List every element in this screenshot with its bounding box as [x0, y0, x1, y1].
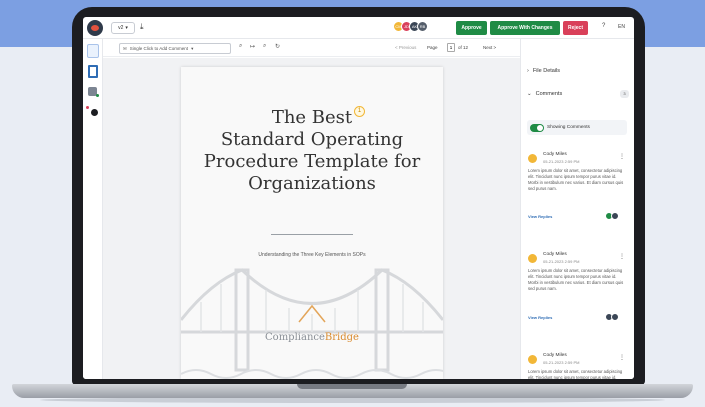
brand-prefix: Compliance: [265, 332, 325, 343]
app-topbar: v2 ▾ ⤓ CM JD AK RB Approve Approve With …: [83, 17, 634, 39]
comment-date: 05-21-2023 2:59 PM: [543, 159, 580, 164]
document-icon[interactable]: [88, 65, 98, 78]
title-line: Organizations: [248, 173, 376, 194]
settings-icon[interactable]: [91, 109, 98, 116]
avatar: [528, 254, 537, 263]
document-page[interactable]: The Best Standard Operating Procedure Te…: [181, 67, 443, 379]
chevron-right-icon: ›: [527, 68, 529, 74]
reply-avatars: [605, 313, 619, 321]
comment-author: Cody Miles: [543, 152, 567, 157]
comment-date: 05-21-2023 2:59 PM: [543, 360, 580, 365]
title-line: Procedure Template for: [203, 151, 421, 172]
document-toolbar: ✉ Single Click to Add Comment ▾ ⌕ ↦ ⌕ ↻ …: [103, 39, 520, 57]
comment-author: Cody Miles: [543, 353, 567, 358]
reject-button[interactable]: Reject: [563, 21, 588, 35]
avatar[interactable]: RB: [417, 21, 428, 32]
laptop-notch: [297, 384, 407, 389]
next-page-button[interactable]: Next >: [483, 45, 496, 50]
download-icon[interactable]: ⤓: [140, 22, 144, 32]
showing-comments-toggle-row[interactable]: Showing Comments: [527, 120, 627, 135]
chevron-down-icon: ▾: [191, 45, 194, 51]
more-options-icon[interactable]: ⋮: [619, 354, 625, 361]
comment-marker[interactable]: 1: [354, 106, 365, 117]
brand-suffix: Bridge: [324, 332, 359, 343]
avatar: [528, 154, 537, 163]
zoom-out-icon[interactable]: ⌕: [263, 43, 266, 50]
title-line: The Best: [271, 107, 353, 128]
showing-comments-toggle[interactable]: [530, 123, 544, 132]
version-select[interactable]: v2 ▾: [111, 22, 135, 34]
comment-author: Cody Miles: [543, 252, 567, 257]
bridge-illustration: [181, 268, 443, 379]
previous-page-button[interactable]: < Previous: [395, 45, 416, 50]
rotate-icon[interactable]: ↻: [275, 43, 280, 50]
chevron-down-icon: ▾: [125, 25, 128, 31]
comment-pin-icon: ✉: [123, 45, 127, 51]
zoom-in-icon[interactable]: ⌕: [239, 43, 242, 50]
app-logo[interactable]: [87, 20, 103, 36]
approve-button[interactable]: Approve: [456, 21, 487, 35]
status-dot: [86, 106, 89, 109]
avatar: [611, 212, 619, 220]
comment-card[interactable]: Cody Miles 05-21-2023 2:59 PM ⋮ Lorem ip…: [527, 252, 627, 322]
comment-text: Lorem ipsum dolor sit amet, consectetur …: [528, 369, 623, 379]
file-details-label: File Details: [532, 68, 561, 74]
showing-comments-label: Showing Comments: [547, 125, 590, 130]
comment-card[interactable]: Cody Miles 05-21-2023 2:59 PM ⋮ Lorem ip…: [527, 152, 627, 222]
comment-card[interactable]: Cody Miles 05-21-2023 2:59 PM ⋮ Lorem ip…: [527, 353, 627, 379]
view-replies-link[interactable]: View Replies: [528, 315, 552, 320]
fit-width-icon[interactable]: ↦: [250, 43, 255, 50]
chevron-down-icon: ⌄: [527, 91, 532, 97]
page-number-input[interactable]: 1: [447, 43, 455, 52]
app-screen: v2 ▾ ⤓ CM JD AK RB Approve Approve With …: [83, 17, 634, 379]
more-options-icon[interactable]: ⋮: [619, 153, 625, 160]
page-thumbnail-icon[interactable]: [87, 44, 99, 58]
reply-avatars: [605, 212, 619, 220]
view-replies-link[interactable]: View Replies: [528, 214, 552, 219]
page-label: Page: [427, 45, 438, 50]
brand-logo: ComplianceBridge: [181, 332, 443, 343]
document-subtitle: Understanding the Three Key Elements in …: [258, 252, 366, 258]
comment-text: Lorem ipsum dolor sit amet, consectetur …: [528, 168, 624, 191]
avatar: [611, 313, 619, 321]
document-viewer[interactable]: The Best Standard Operating Procedure Te…: [103, 58, 520, 379]
comments-label: Comments: [535, 91, 563, 97]
page-total: of 12: [458, 45, 469, 50]
comment-count-badge: 3: [620, 90, 629, 98]
left-rail: [83, 39, 103, 379]
status-dot: [96, 94, 99, 97]
comment-date: 05-21-2023 2:59 PM: [543, 259, 580, 264]
comments-section[interactable]: ⌄ Comments: [527, 91, 562, 97]
comment-mode-select[interactable]: ✉ Single Click to Add Comment ▾: [119, 43, 231, 54]
title-line: Standard Operating: [220, 129, 404, 150]
more-options-icon[interactable]: ⋮: [619, 253, 625, 260]
file-details-section[interactable]: › File Details: [527, 68, 560, 74]
comment-text: Lorem ipsum dolor sit amet, consectetur …: [528, 268, 624, 291]
version-label: v2: [118, 25, 124, 31]
side-panel: › File Details ⌄ Comments 3 Showing Comm…: [520, 39, 634, 379]
comment-mode-label: Single Click to Add Comment: [129, 46, 189, 51]
avatar: [528, 355, 537, 364]
reviewer-avatars: CM JD AK RB: [393, 21, 428, 32]
language-select[interactable]: EN: [618, 24, 625, 30]
approve-with-changes-button[interactable]: Approve With Changes: [490, 21, 560, 35]
help-icon[interactable]: ?: [602, 23, 605, 29]
document-title: The Best Standard Operating Procedure Te…: [181, 107, 443, 195]
title-divider: [271, 234, 353, 235]
